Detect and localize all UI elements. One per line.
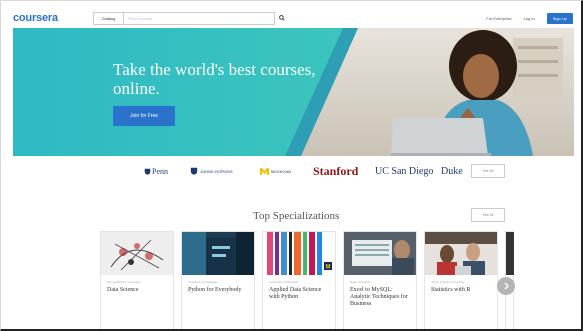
hero-banner: Take the world's best courses, online. J…	[13, 28, 574, 156]
browser-viewport: coursera Catalog Find a course For Enter…	[0, 0, 583, 331]
section-title: Top Specializations	[253, 210, 340, 222]
coursera-logo[interactable]: coursera	[13, 12, 77, 24]
card-subtitle: Johns Hopkins University	[107, 280, 141, 284]
chevron-right-icon	[504, 282, 509, 290]
card-title: Python for Everybody	[188, 287, 242, 293]
search-icon	[279, 15, 285, 21]
johns-hopkins-shield-icon	[190, 167, 198, 175]
card-subtitle: University of Michigan	[269, 280, 299, 284]
specialization-card[interactable]: Johns Hopkins University Data Science	[100, 231, 174, 329]
specialization-card[interactable]: M University of Michigan Applied Data Sc…	[262, 231, 336, 329]
partner-michigan[interactable]: MICHIGAN	[260, 167, 291, 175]
see-all-partners-button[interactable]: See All	[471, 164, 505, 178]
card-subtitle: Duke University	[350, 280, 372, 284]
see-all-specializations-button[interactable]: See All	[471, 208, 505, 222]
specialization-card[interactable]: Johns Hopkins University Statistics with…	[424, 231, 498, 329]
partner-penn[interactable]: Penn	[144, 167, 168, 176]
card-image	[506, 232, 514, 275]
join-for-free-button[interactable]: Join for Free	[113, 106, 175, 126]
sign-up-button[interactable]: Sign Up	[546, 12, 573, 24]
card-title: Data Science	[107, 287, 139, 293]
partner-stanford[interactable]: Stanford	[313, 164, 358, 179]
card-image	[101, 232, 173, 275]
partner-logos: Penn JOHNS HOPKINS MICHIGAN Stanford UC …	[13, 158, 574, 184]
card-title: Applied Data Science with Python	[269, 287, 322, 300]
hero-title: Take the world's best courses, online.	[113, 60, 316, 98]
card-title: Statistics with R	[431, 287, 471, 293]
search-input[interactable]: Find a course	[123, 11, 275, 25]
carousel-next-button[interactable]	[497, 277, 515, 295]
penn-shield-icon	[144, 168, 151, 175]
specialization-card[interactable]: University of Michigan Python for Everyb…	[181, 231, 255, 329]
card-subtitle: University of Michigan	[188, 280, 218, 284]
nav-actions: For Enterprise Log In Sign Up	[486, 12, 573, 24]
partner-johns-hopkins-label: JOHNS HOPKINS	[200, 168, 233, 174]
specializations-carousel: Johns Hopkins University Data Science Un…	[100, 231, 514, 329]
log-in-link[interactable]: Log In	[524, 16, 535, 21]
catalog-dropdown[interactable]: Catalog	[93, 11, 123, 25]
card-image: M	[263, 232, 335, 275]
card-image	[182, 232, 254, 275]
partner-uc-san-diego[interactable]: UC San Diego	[375, 166, 433, 177]
for-enterprise-link[interactable]: For Enterprise	[486, 16, 511, 21]
top-nav: coursera Catalog Find a course For Enter…	[13, 8, 573, 28]
search-button[interactable]	[275, 12, 289, 25]
partner-michigan-label: MICHIGAN	[271, 168, 291, 174]
partner-johns-hopkins[interactable]: JOHNS HOPKINS	[190, 167, 233, 175]
michigan-m-icon	[260, 167, 269, 175]
partner-duke[interactable]: Duke	[441, 166, 463, 177]
card-image	[425, 232, 497, 275]
specialization-card[interactable]: Duke University Excel to MySQL: Analytic…	[343, 231, 417, 329]
svg-text:M: M	[326, 265, 331, 271]
partner-penn-label: Penn	[152, 166, 168, 176]
card-subtitle: Johns Hopkins University	[431, 280, 465, 284]
card-title: Excel to MySQL: Analytic Techniques for …	[350, 287, 408, 307]
card-image	[344, 232, 416, 275]
